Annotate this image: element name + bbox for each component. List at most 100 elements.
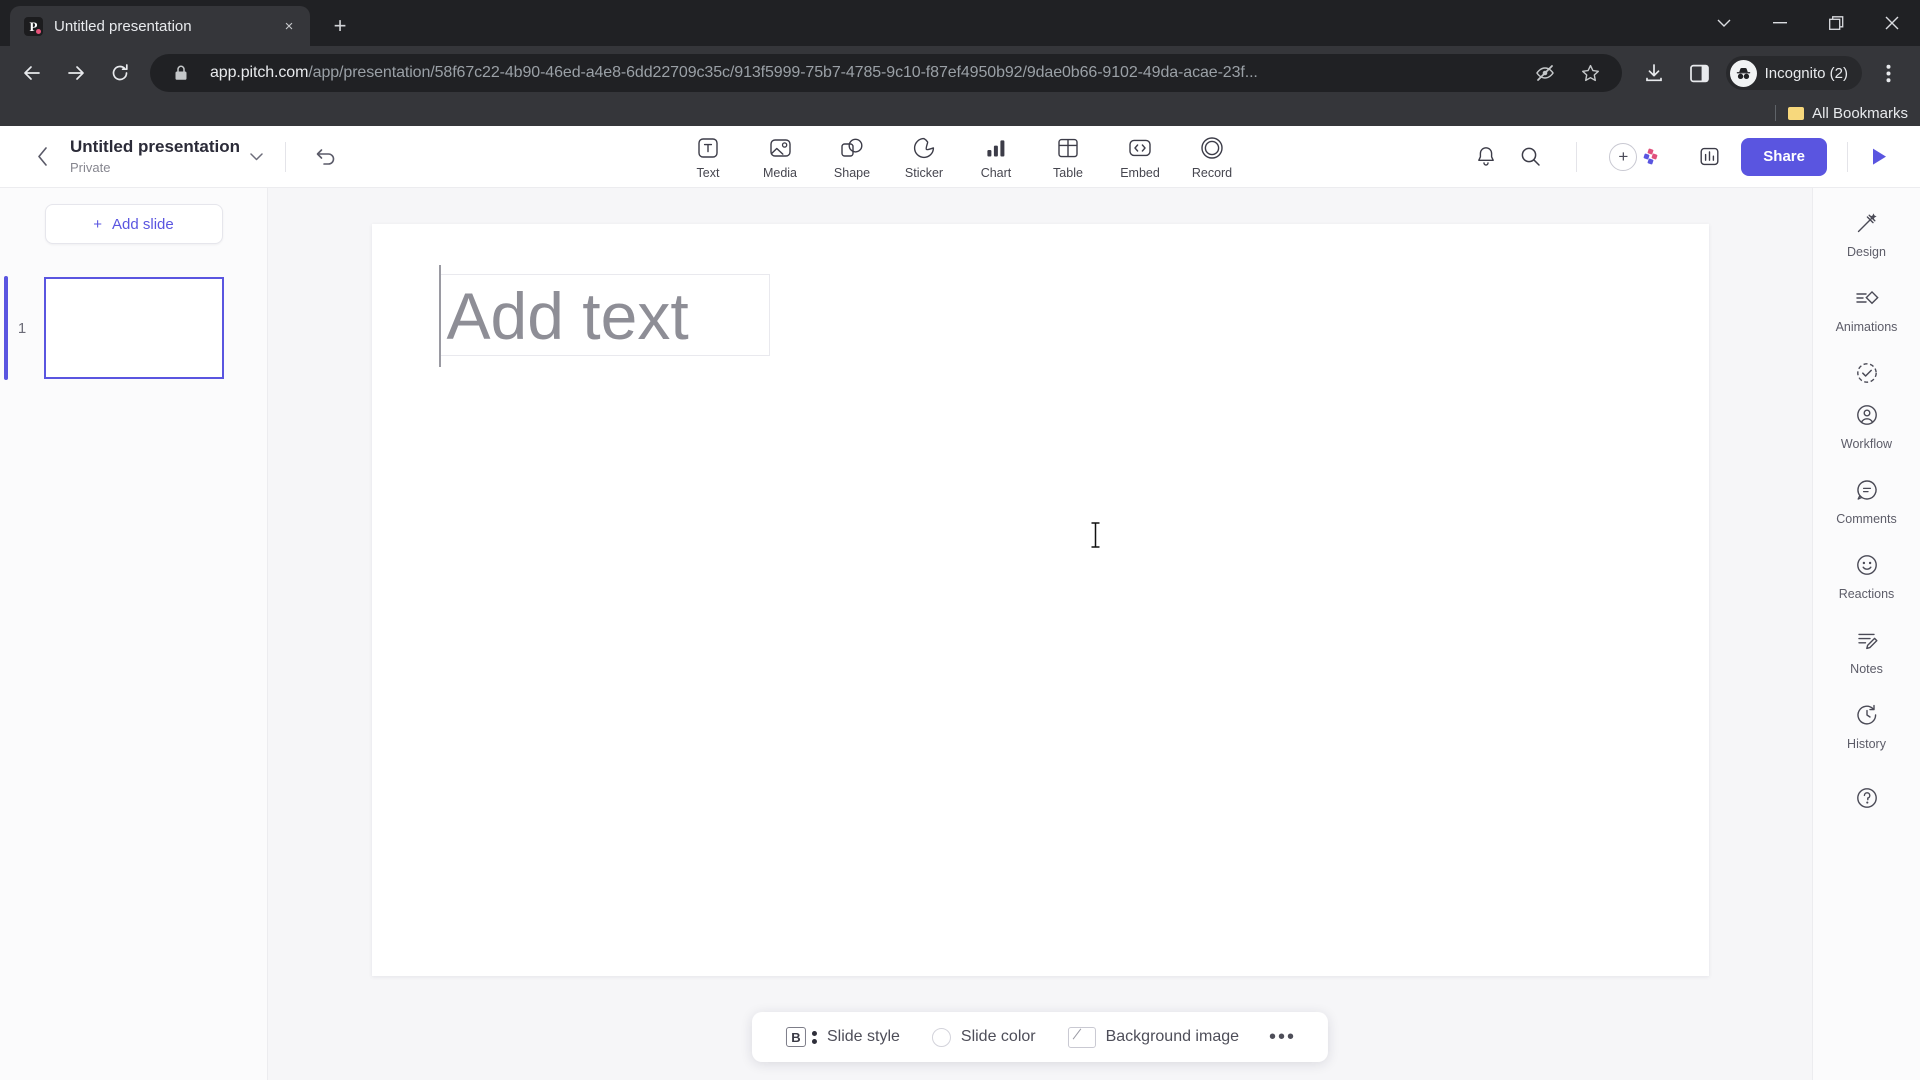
pitch-favicon-icon: P <box>24 16 43 36</box>
eye-slash-icon[interactable] <box>1528 56 1562 90</box>
table-icon <box>1055 135 1081 161</box>
chevron-down-icon[interactable] <box>250 152 263 161</box>
bookmarks-bar: All Bookmarks <box>0 100 1920 126</box>
sidebar-item-design[interactable]: Design <box>1841 202 1893 259</box>
app-header-right: + Share <box>1466 137 1898 177</box>
workflow-assignee-icon[interactable] <box>1841 394 1893 436</box>
tab-title: Untitled presentation <box>54 17 192 35</box>
header-divider-right <box>1576 141 1578 172</box>
slide-canvas[interactable]: Add text <box>371 224 1709 976</box>
all-bookmarks-button[interactable]: All Bookmarks <box>1788 105 1908 122</box>
sidebar-label-comments: Comments <box>1836 512 1897 526</box>
animations-icon <box>1841 277 1893 319</box>
tool-record[interactable]: Record <box>1176 133 1248 180</box>
history-clock-icon <box>1841 694 1893 736</box>
tool-media[interactable]: Media <box>744 133 816 180</box>
bold-b-icon: B <box>785 1027 806 1047</box>
comment-icon <box>1841 469 1893 511</box>
sidebar-label-workflow: Workflow <box>1840 437 1893 451</box>
tool-text-label: Text <box>696 166 720 180</box>
share-button[interactable]: Share <box>1741 137 1827 176</box>
tab-close-icon[interactable]: × <box>278 15 300 37</box>
tool-shape-label: Shape <box>833 166 871 180</box>
smiley-icon <box>1841 544 1893 586</box>
sidebar-label-animations: Animations <box>1835 320 1898 334</box>
sidebar-label-notes: Notes <box>1850 662 1883 676</box>
tool-sticker[interactable]: Sticker <box>888 133 960 180</box>
presentation-visibility: Private <box>70 159 111 175</box>
embed-icon <box>1127 135 1153 161</box>
text-placeholder-label: Add text <box>446 279 689 353</box>
tool-embed[interactable]: Embed <box>1104 133 1176 180</box>
sidebar-item-reactions[interactable]: Reactions <box>1838 544 1895 601</box>
slide-color-button[interactable]: Slide color <box>916 1027 1052 1047</box>
three-dot-menu-icon[interactable] <box>1868 53 1908 93</box>
close-window-icon[interactable] <box>1864 0 1920 46</box>
star-icon[interactable] <box>1574 56 1608 90</box>
tool-chart-label: Chart <box>980 166 1012 180</box>
slide-list-item[interactable]: 1 <box>0 276 267 380</box>
browser-tab-strip: P Untitled presentation × + <box>0 0 1920 46</box>
tool-chart[interactable]: Chart <box>960 133 1032 180</box>
all-bookmarks-label: All Bookmarks <box>1812 104 1908 122</box>
search-icon[interactable] <box>1510 137 1550 177</box>
tool-media-label: Media <box>762 166 798 180</box>
tab-search-icon[interactable] <box>1696 0 1752 46</box>
media-icon <box>767 135 793 161</box>
collaborator-avatar[interactable] <box>1631 137 1671 177</box>
presentation-title-block[interactable]: Untitled presentation Private <box>70 137 263 175</box>
header-divider <box>285 141 287 172</box>
canvas-area: Add text B Slide style Slide color Backg… <box>268 188 1812 1080</box>
download-icon[interactable] <box>1634 53 1674 93</box>
browser-toolbar-right: Incognito (2) <box>1634 53 1908 93</box>
favicon-dot <box>36 28 41 34</box>
bell-icon[interactable] <box>1466 137 1506 177</box>
presentation-title: Untitled presentation <box>70 137 241 157</box>
maximize-icon[interactable] <box>1808 0 1864 46</box>
text-caret <box>438 265 441 367</box>
tool-shape[interactable]: Shape <box>816 133 888 180</box>
url-bar[interactable]: app.pitch.com/app/presentation/58f67c22-… <box>150 54 1622 92</box>
slide-thumbnail[interactable] <box>44 277 224 379</box>
add-slide-button[interactable]: + Add slide <box>44 204 223 244</box>
tool-text[interactable]: Text <box>672 133 744 180</box>
analytics-icon[interactable] <box>1689 137 1729 177</box>
bookmarks-divider <box>1775 105 1777 121</box>
background-image-button[interactable]: Background image <box>1052 1026 1255 1048</box>
slide-format-bar: B Slide style Slide color Background ima… <box>751 1012 1329 1062</box>
sidebar-item-workflow[interactable]: Workflow <box>1841 352 1893 451</box>
forward-button[interactable] <box>56 53 96 93</box>
present-play-icon[interactable] <box>1860 138 1898 176</box>
side-panel-icon[interactable] <box>1680 53 1720 93</box>
undo-button[interactable] <box>308 139 344 175</box>
new-tab-button[interactable]: + <box>324 10 356 42</box>
sidebar-item-notes[interactable]: Notes <box>1841 619 1893 676</box>
incognito-profile-button[interactable]: Incognito (2) <box>1725 56 1862 90</box>
back-button[interactable] <box>12 53 52 93</box>
folder-icon <box>1788 106 1805 120</box>
text-placeholder-box[interactable]: Add text <box>438 265 770 367</box>
back-to-workspace-button[interactable] <box>24 139 60 175</box>
sidebar-item-help[interactable] <box>1841 777 1893 819</box>
insert-toolbar: Text Media Shape Sticker Chart Table Emb… <box>672 133 1248 180</box>
sidebar-label-design: Design <box>1847 245 1886 259</box>
window-controls <box>1696 0 1920 46</box>
slide-color-label: Slide color <box>960 1028 1036 1045</box>
sidebar-item-animations[interactable]: Animations <box>1835 277 1898 334</box>
incognito-avatar-icon <box>1729 59 1757 87</box>
browser-omnibox-bar: app.pitch.com/app/presentation/58f67c22-… <box>0 46 1920 100</box>
slide-style-button[interactable]: B Slide style <box>770 1027 916 1047</box>
help-question-icon <box>1841 777 1893 819</box>
reload-button[interactable] <box>100 53 140 93</box>
image-slash-icon <box>1067 1026 1096 1048</box>
browser-tab[interactable]: P Untitled presentation × <box>10 6 310 46</box>
tool-embed-label: Embed <box>1120 166 1160 180</box>
chart-icon <box>983 135 1009 161</box>
tool-table[interactable]: Table <box>1032 133 1104 180</box>
sidebar-item-history[interactable]: History <box>1841 694 1893 751</box>
text-icon <box>695 135 721 161</box>
more-options-button[interactable]: ••• <box>1255 1026 1310 1049</box>
minimize-icon[interactable] <box>1752 0 1808 46</box>
sidebar-item-comments[interactable]: Comments <box>1836 469 1897 526</box>
sidebar-label-reactions: Reactions <box>1838 587 1895 601</box>
